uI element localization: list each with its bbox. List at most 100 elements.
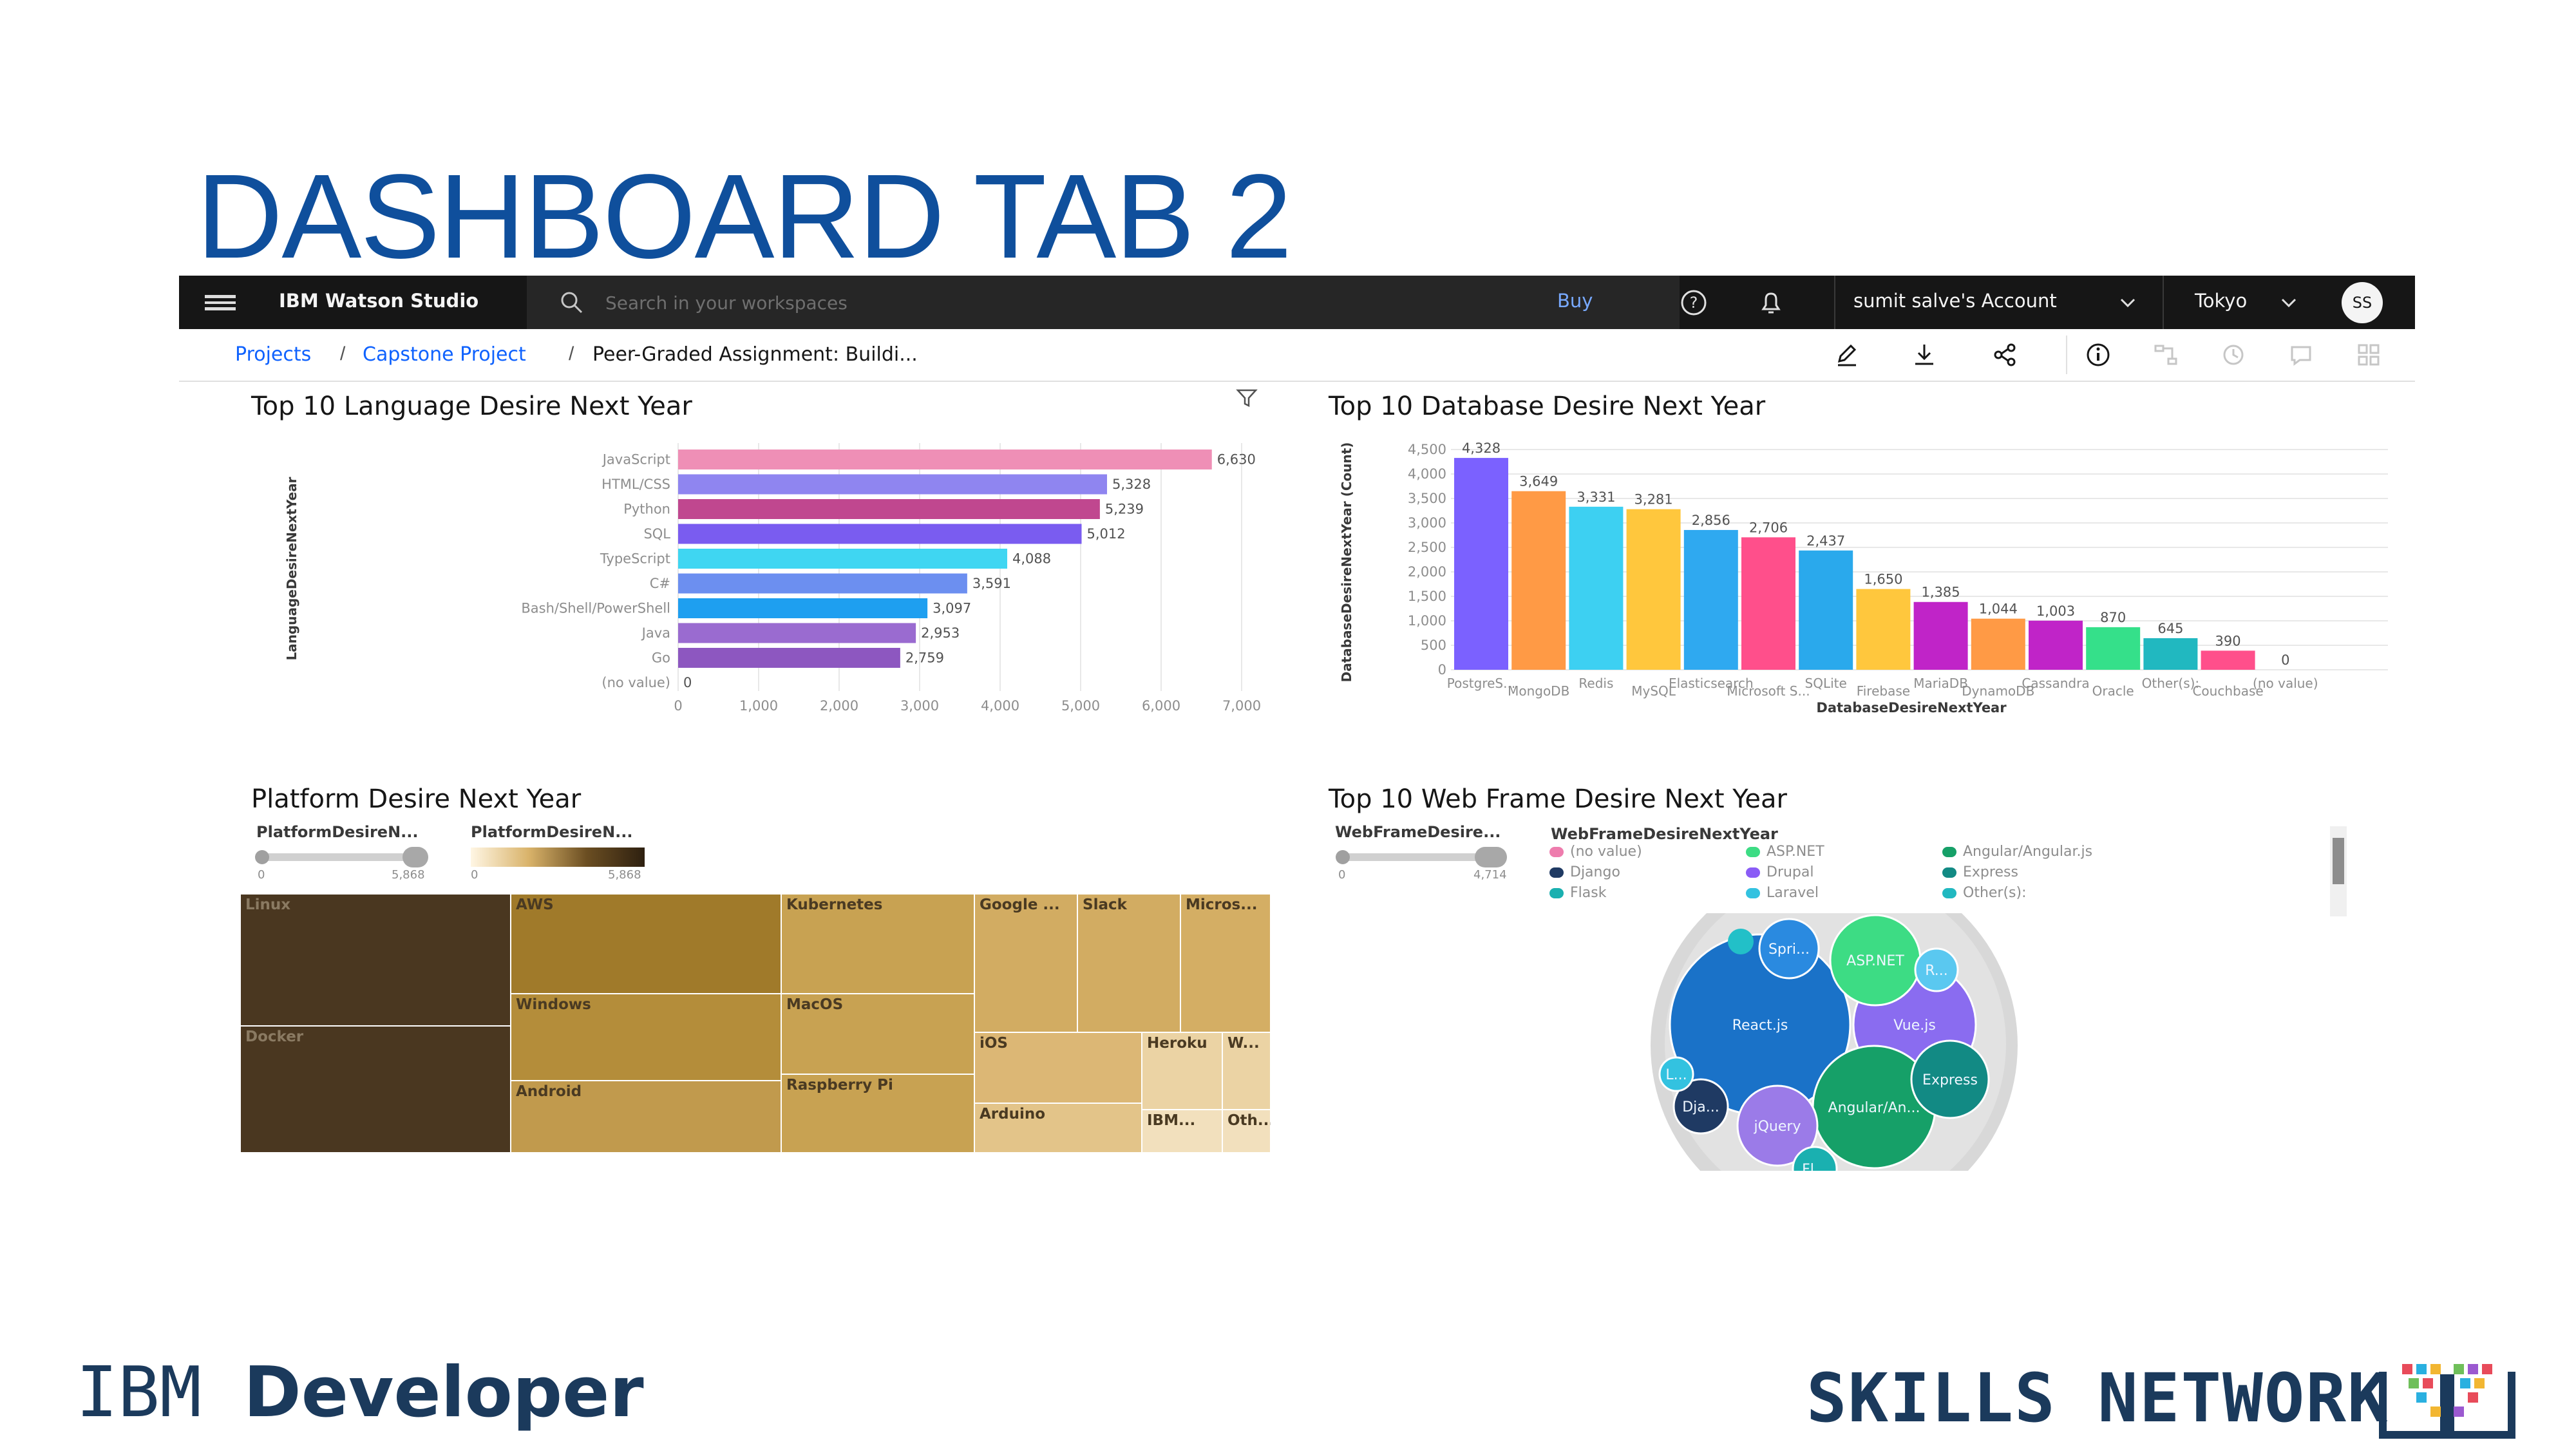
flow-icon[interactable] xyxy=(2153,342,2179,368)
breadcrumb-projects[interactable]: Projects xyxy=(235,343,311,366)
scrollbar-thumb[interactable] xyxy=(2333,838,2344,884)
value-label: 4,088 xyxy=(1012,551,1051,567)
legend-label: Flask xyxy=(1570,885,1607,901)
value-label: 1,003 xyxy=(2036,603,2075,619)
bar xyxy=(2143,638,2198,670)
value-label: 1,650 xyxy=(1864,572,1902,587)
ibm-word: IBM xyxy=(76,1352,202,1433)
account-switcher[interactable]: sumit salve's Account xyxy=(1853,290,2057,312)
legend-item[interactable]: Flask xyxy=(1549,885,1606,901)
legend-swatch xyxy=(1746,847,1760,857)
notification-icon[interactable] xyxy=(1757,289,1785,317)
bubble-label: jQuery xyxy=(1754,1119,1801,1135)
category-label: Java xyxy=(641,625,670,641)
share-icon[interactable] xyxy=(1992,342,2018,368)
bar xyxy=(678,474,1107,495)
value-label: 4,328 xyxy=(1462,440,1501,456)
search-input[interactable] xyxy=(604,289,1508,317)
chevron-down-icon[interactable] xyxy=(2278,292,2299,313)
value-label: 0 xyxy=(2281,652,2289,668)
chevron-down-icon[interactable] xyxy=(2117,292,2138,313)
help-icon[interactable]: ? xyxy=(1680,289,1708,317)
treemap-label: Raspberry Pi xyxy=(786,1077,893,1094)
x-tick-label: Other(s): xyxy=(2142,676,2200,691)
slider-handle-min[interactable] xyxy=(255,850,269,864)
bar xyxy=(678,549,1007,569)
value-label: 3,331 xyxy=(1577,489,1615,505)
slider-handle-max[interactable] xyxy=(402,847,428,867)
legend-item[interactable]: Angular/Angular.js xyxy=(1942,844,2092,860)
legend-item[interactable]: Other(s): xyxy=(1942,885,2027,901)
skills-network-book-icon xyxy=(2379,1364,2515,1439)
webframe-size-min: 0 xyxy=(1338,868,1346,882)
bar xyxy=(1569,506,1624,670)
value-label: 5,239 xyxy=(1105,502,1144,517)
avatar[interactable]: SS xyxy=(2342,282,2383,323)
bubble-label: Dja... xyxy=(1682,1099,1719,1115)
y-tick-label: 4,000 xyxy=(1408,466,1446,482)
legend-item[interactable]: Express xyxy=(1942,864,2018,880)
legend-label: Angular/Angular.js xyxy=(1963,844,2093,860)
developer-word: Developer xyxy=(243,1352,644,1433)
breadcrumb-capstone-project[interactable]: Capstone Project xyxy=(363,343,526,366)
filter-icon[interactable] xyxy=(1235,386,1258,410)
info-icon[interactable] xyxy=(2085,342,2111,368)
database-desire-chart: 0 500 1,000 1,500 2,000 2,500 3,000 3,500 4,000 4… xyxy=(1339,440,2388,714)
category-label: Go xyxy=(652,650,670,666)
legend-swatch xyxy=(1549,847,1564,857)
platform-size-slider[interactable] xyxy=(255,847,428,867)
value-label: 2,953 xyxy=(921,625,960,641)
category-label: Python xyxy=(623,502,670,517)
webframe-bubble-chart: React.js Vue.js Angular/An... ASP.NET Expres… xyxy=(1651,913,2018,1171)
value-label: 2,706 xyxy=(1749,520,1788,535)
widgets-icon[interactable] xyxy=(2356,342,2382,368)
bar xyxy=(678,499,1100,519)
buy-link[interactable]: Buy xyxy=(1557,290,1593,312)
comment-icon[interactable] xyxy=(2288,342,2314,368)
treemap-label: W... xyxy=(1227,1035,1260,1052)
x-tick-label: 7,000 xyxy=(1222,698,1261,714)
legend-item[interactable]: ASP.NET xyxy=(1746,844,1824,860)
legend-swatch xyxy=(1942,888,1956,898)
menu-icon[interactable] xyxy=(205,295,236,310)
slider-handle-max[interactable] xyxy=(1475,847,1507,867)
search-icon xyxy=(561,292,583,314)
bubble-label: ASP.NET xyxy=(1846,953,1904,969)
history-icon[interactable] xyxy=(2221,342,2246,368)
category-label: JavaScript xyxy=(601,452,670,468)
legend-item[interactable]: (no value) xyxy=(1549,844,1642,860)
legend-item[interactable]: Laravel xyxy=(1746,885,1819,901)
legend-item[interactable]: Drupal xyxy=(1746,864,1814,880)
treemap-label: Heroku xyxy=(1147,1035,1208,1052)
slider-handle-min[interactable] xyxy=(1336,850,1350,864)
value-label: 3,649 xyxy=(1519,474,1558,489)
webframe-size-max: 4,714 xyxy=(1473,868,1507,882)
x-tick-label: 0 xyxy=(674,698,682,714)
category-label: TypeScript xyxy=(600,551,670,567)
bubble-label: R... xyxy=(1925,963,1947,979)
value-label: 0 xyxy=(683,675,692,690)
divider xyxy=(2066,336,2067,374)
y-tick-label: 3,500 xyxy=(1408,491,1446,506)
bar xyxy=(1683,529,1738,670)
bubble-label: Angular/An... xyxy=(1828,1100,1920,1116)
x-tick-label: Redis xyxy=(1578,676,1613,691)
edit-icon[interactable] xyxy=(1834,342,1860,368)
value-label: 870 xyxy=(2100,610,2126,625)
platform-color-max: 5,868 xyxy=(608,868,641,882)
bar xyxy=(1913,601,1968,670)
brand-name[interactable]: IBM Watson Studio xyxy=(279,290,478,312)
treemap-cell xyxy=(974,894,1078,1033)
bar xyxy=(678,598,928,618)
region-switcher[interactable]: Tokyo xyxy=(2195,290,2247,312)
y-tick-label: 3,000 xyxy=(1408,515,1446,531)
webframe-size-slider[interactable] xyxy=(1336,847,1507,867)
download-icon[interactable] xyxy=(1911,342,1937,368)
value-label: 1,385 xyxy=(1922,585,1960,600)
treemap-label: Windows xyxy=(516,996,591,1013)
y-tick-label: 1,500 xyxy=(1408,589,1446,604)
legend-item[interactable]: Django xyxy=(1549,864,1620,880)
ibm-developer-logo: IBM Developer xyxy=(76,1352,644,1433)
legend-scrollbar[interactable] xyxy=(2330,826,2347,916)
legend-label: Django xyxy=(1570,864,1620,880)
